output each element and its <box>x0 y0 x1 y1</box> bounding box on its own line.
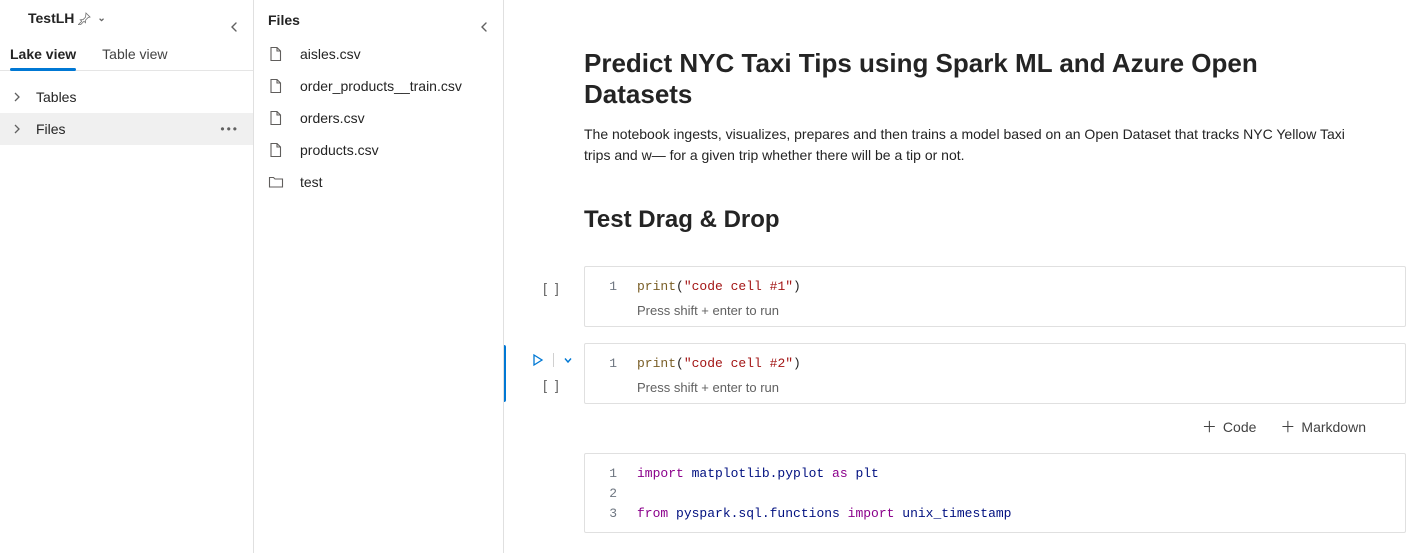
insert-markdown-label: Markdown <box>1301 419 1366 435</box>
tree-item-tables[interactable]: Tables <box>0 81 253 113</box>
file-item-label: products.csv <box>300 142 379 158</box>
collapse-left-panel-button[interactable] <box>225 18 243 36</box>
cell-gutter: [ ] <box>520 353 584 393</box>
run-hint: Press shift + enter to run <box>601 380 1389 395</box>
tab-table-view[interactable]: Table view <box>102 46 167 70</box>
view-tabs: Lake view Table view <box>0 28 253 71</box>
files-panel: Files aisles.csv order_products__train.cs… <box>254 0 504 553</box>
exec-count: [ ] <box>543 280 561 296</box>
line-number: 3 <box>601 504 617 524</box>
notebook-cell[interactable]: [ ] 1 print("code cell #1") Press shift + e… <box>504 258 1406 335</box>
chevron-down-icon: ⌄ <box>97 13 105 24</box>
pin-icon <box>78 12 91 25</box>
explorer-tree: Tables Files ••• <box>0 71 253 145</box>
code-editor[interactable]: 1 print("code cell #2") Press shift + ente… <box>584 343 1406 404</box>
exec-count: [ ] <box>543 377 561 393</box>
file-icon <box>268 142 284 158</box>
notebook-subheading: Test Drag & Drop <box>584 206 1366 234</box>
file-item-label: order_products__train.csv <box>300 78 462 94</box>
line-number: 1 <box>601 277 617 297</box>
run-menu-button[interactable] <box>562 354 574 366</box>
notebook-cells: [ ] 1 print("code cell #1") Press shift + e… <box>504 258 1406 541</box>
files-panel-title: Files <box>254 0 503 34</box>
cell-gutter: [ ] <box>520 276 584 296</box>
insert-code-button[interactable]: ＋ Code <box>1202 416 1256 437</box>
code-editor[interactable]: 1 print("code cell #1") Press shift + ente… <box>584 266 1406 327</box>
code-editor[interactable]: 1 import matplotlib.pyplot as plt 23 from p… <box>584 453 1406 533</box>
tree-item-files[interactable]: Files ••• <box>0 113 253 145</box>
line-number: 1 <box>601 464 617 484</box>
notebook-main: Predict NYC Taxi Tips using Spark ML and… <box>504 0 1406 553</box>
code-text: print("code cell #1") <box>637 277 801 297</box>
plus-icon: ＋ <box>1202 416 1217 437</box>
lakehouse-title: TestLH <box>28 10 74 26</box>
more-icon[interactable]: ••• <box>220 122 243 136</box>
lakehouse-title-row[interactable]: TestLH ⌄ <box>0 0 253 28</box>
tree-item-label: Files <box>36 121 66 137</box>
run-cell-button[interactable] <box>531 353 545 367</box>
insert-cell-bar: ＋ Code ＋ Markdown <box>504 412 1406 445</box>
file-icon <box>268 78 284 94</box>
file-icon <box>268 110 284 126</box>
notebook-title: Predict NYC Taxi Tips using Spark ML and… <box>584 48 1366 110</box>
tree-item-label: Tables <box>36 89 76 105</box>
chevron-right-icon <box>12 92 28 102</box>
code-text: import matplotlib.pyplot as plt <box>637 464 879 484</box>
file-item[interactable]: order_products__train.csv <box>254 70 503 102</box>
collapse-files-panel-button[interactable] <box>475 18 493 36</box>
line-number: 1 <box>601 354 617 374</box>
file-icon <box>268 46 284 62</box>
file-item-label: aisles.csv <box>300 46 361 62</box>
file-item-label: test <box>300 174 323 190</box>
notebook-header: Predict NYC Taxi Tips using Spark ML and… <box>504 0 1406 258</box>
file-item[interactable]: aisles.csv <box>254 38 503 70</box>
files-list: aisles.csv order_products__train.csvorder… <box>254 34 503 198</box>
code-text: print("code cell #2") <box>637 354 801 374</box>
insert-code-label: Code <box>1223 419 1256 435</box>
code-text: from pyspark.sql.functions import unix_t… <box>637 504 1012 524</box>
lakehouse-sidebar: TestLH ⌄ Lake view Table view Tables Fil… <box>0 0 254 553</box>
tab-lake-view[interactable]: Lake view <box>10 46 76 70</box>
notebook-cell[interactable]: 1 import matplotlib.pyplot as plt 23 from p… <box>504 445 1406 541</box>
line-number: 2 <box>601 484 617 504</box>
run-hint: Press shift + enter to run <box>601 303 1389 318</box>
folder-icon <box>268 174 284 190</box>
plus-icon: ＋ <box>1280 416 1295 437</box>
folder-item[interactable]: test <box>254 166 503 198</box>
notebook-cell[interactable]: [ ] 1 print("code cell #2") Press shift + e… <box>504 335 1406 412</box>
notebook-description: The notebook ingests, visualizes, prepar… <box>584 124 1366 166</box>
file-item[interactable]: orders.csv <box>254 102 503 134</box>
file-item[interactable]: products.csv <box>254 134 503 166</box>
file-item-label: orders.csv <box>300 110 365 126</box>
chevron-right-icon <box>12 124 28 134</box>
insert-markdown-button[interactable]: ＋ Markdown <box>1280 416 1366 437</box>
